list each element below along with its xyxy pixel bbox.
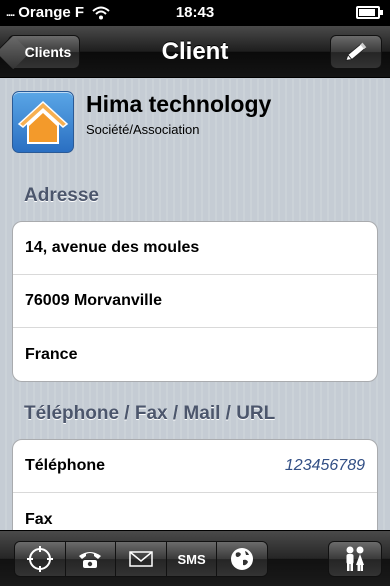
mail-button[interactable]: [116, 542, 167, 576]
web-button[interactable]: [217, 542, 267, 576]
phone-row[interactable]: Téléphone 123456789: [13, 440, 377, 493]
phone-icon: [79, 552, 102, 568]
clock: 18:43: [175, 4, 215, 21]
address-line-label: 14, avenue des moules: [25, 239, 200, 256]
locate-button[interactable]: [15, 542, 66, 576]
pencil-icon: [345, 42, 367, 61]
phone-label: Téléphone: [25, 457, 106, 474]
bottom-toolbar: SMS: [0, 530, 390, 586]
address-line-label: 76009 Morvanville: [25, 292, 162, 309]
call-button[interactable]: [65, 542, 117, 576]
address-group: 14, avenue des moules 76009 Morvanville …: [12, 221, 378, 382]
client-name: Hima technology: [86, 91, 272, 117]
phone-value[interactable]: 123456789: [285, 457, 365, 475]
locate-icon: [26, 546, 53, 572]
address-line-country[interactable]: France: [13, 328, 377, 381]
back-button-label: Clients: [24, 44, 72, 60]
status-bar: .... Orange F 18:43: [0, 0, 390, 26]
address-line-street[interactable]: 14, avenue des moules: [13, 222, 377, 275]
contacts-button[interactable]: [328, 541, 382, 577]
contact-group: Téléphone 123456789 Fax: [12, 439, 378, 530]
battery-icon: [356, 6, 383, 19]
globe-icon: [231, 548, 254, 570]
mail-icon: [129, 551, 153, 567]
client-type: Société/Association: [86, 122, 200, 137]
navigation-bar: Clients Client: [0, 26, 390, 78]
fax-label: Fax: [25, 510, 53, 528]
sms-button[interactable]: SMS: [166, 542, 218, 576]
fax-row[interactable]: Fax: [13, 493, 377, 530]
client-detail-content[interactable]: Hima technology Société/Association Adre…: [0, 79, 390, 530]
address-line-city[interactable]: 76009 Morvanville: [13, 275, 377, 328]
address-line-label: France: [25, 345, 78, 363]
client-logo: [12, 91, 74, 153]
address-section-title: Adresse: [24, 185, 99, 206]
people-icon: [346, 546, 364, 571]
client-header: Hima technology Société/Association: [12, 91, 378, 155]
house-icon: [17, 100, 69, 144]
edit-button[interactable]: [330, 35, 382, 69]
contact-section-title: Téléphone / Fax / Mail / URL: [24, 403, 276, 424]
action-segmented-control: SMS: [14, 541, 268, 577]
sms-label: SMS: [177, 551, 206, 567]
